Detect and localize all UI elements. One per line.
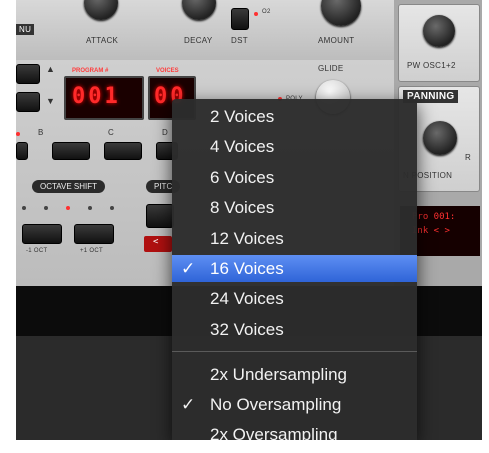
menu-item-2x-undersampling[interactable]: 2x Undersampling (172, 361, 417, 388)
menu-item-2x-oversampling[interactable]: 2x Oversampling (172, 421, 417, 440)
octave-led-3 (66, 206, 70, 210)
a-power-led (16, 132, 20, 136)
dst-label: DST (231, 36, 248, 45)
menu-separator (172, 351, 417, 352)
menu-item-no-oversampling[interactable]: ✓ No Oversampling (172, 391, 417, 418)
menu-item-label: 16 Voices (210, 259, 284, 278)
minus-oct-label: -1 OCT (26, 248, 48, 254)
voices-label: VOICES (156, 68, 179, 74)
menu-item-label: 2 Voices (210, 107, 275, 126)
down-arrow-icon: ▼ (46, 96, 56, 106)
menu-item-label: 2x Undersampling (210, 365, 348, 384)
screenshot-area: NU ATTACK DECAY DST O2 AMOUNT ▲ ▼ PROGRA… (16, 0, 482, 440)
octave-up-button[interactable] (74, 224, 114, 244)
patch-line-1: Pro 001: (412, 212, 456, 222)
menu-item-8-voices[interactable]: 8 Voices (172, 194, 417, 221)
program-number: 001 (72, 84, 121, 109)
octave-shift-label: OCTAVE SHIFT (32, 180, 106, 193)
patch-line-2: Ink < > (412, 226, 450, 236)
panning-knob[interactable] (423, 121, 457, 155)
menu-item-6-voices[interactable]: 6 Voices (172, 164, 417, 191)
dst-switch[interactable] (231, 8, 249, 30)
menu-item-label: 24 Voices (210, 289, 284, 308)
glide-label: GLIDE (318, 64, 344, 73)
pitch-left-button[interactable]: < (144, 236, 172, 252)
menu-item-32-voices[interactable]: 32 Voices (172, 316, 417, 343)
menu-item-label: 8 Voices (210, 198, 275, 217)
pan-r-label: R (465, 153, 472, 162)
menu-item-2-voices[interactable]: 2 Voices (172, 103, 417, 130)
decay-knob[interactable] (182, 0, 216, 20)
program-up-button[interactable] (16, 64, 40, 84)
a-button[interactable] (16, 142, 28, 160)
octave-led-1 (22, 206, 26, 210)
octave-led-2 (44, 206, 48, 210)
up-arrow-icon: ▲ (46, 64, 56, 74)
pw-osc-card: PW OSC1+2 (398, 4, 480, 82)
menu-item-label: No Oversampling (210, 395, 342, 414)
left-arrow-icon: < (153, 237, 159, 247)
amount-knob[interactable] (321, 0, 361, 26)
menu-item-label: 32 Voices (210, 320, 284, 339)
menu-item-4-voices[interactable]: 4 Voices (172, 133, 417, 160)
checkmark-icon: ✓ (181, 259, 196, 278)
plus-oct-label: +1 OCT (80, 248, 103, 254)
octave-down-button[interactable] (22, 224, 62, 244)
pitch-bend-wheel[interactable] (146, 204, 174, 228)
program-down-button[interactable] (16, 92, 40, 112)
octave-led-4 (88, 206, 92, 210)
menu-item-label: 2x Oversampling (210, 425, 338, 440)
attack-knob[interactable] (84, 0, 118, 20)
pw-osc-knob[interactable] (423, 15, 455, 47)
nu-label: NU (16, 24, 35, 35)
o2-led (254, 12, 258, 16)
menu-item-label: 4 Voices (210, 137, 275, 156)
menu-item-24-voices[interactable]: 24 Voices (172, 285, 417, 312)
c-label: C (108, 128, 115, 137)
attack-label: ATTACK (86, 36, 119, 45)
pw-osc-label: PW OSC1+2 (407, 61, 456, 70)
decay-label: DECAY (184, 36, 213, 45)
d-label: D (162, 128, 169, 137)
c-button[interactable] (104, 142, 142, 160)
b-label: B (38, 128, 44, 137)
program-display: 001 (64, 76, 144, 120)
synth-top-panel: NU ATTACK DECAY DST O2 AMOUNT (16, 0, 394, 61)
b-button[interactable] (52, 142, 90, 160)
menu-item-12-voices[interactable]: 12 Voices (172, 225, 417, 252)
o2-label: O2 (262, 9, 271, 15)
octave-led-5 (110, 206, 114, 210)
amount-label: AMOUNT (318, 36, 355, 45)
checkmark-icon: ✓ (181, 395, 196, 414)
menu-item-label: 6 Voices (210, 168, 275, 187)
menu-item-label: 12 Voices (210, 229, 284, 248)
menu-item-16-voices[interactable]: ✓ 16 Voices (172, 255, 417, 282)
voices-menu: 2 Voices 4 Voices 6 Voices 8 Voices 12 Voice… (172, 99, 417, 440)
program-label: PROGRAM # (72, 68, 109, 74)
